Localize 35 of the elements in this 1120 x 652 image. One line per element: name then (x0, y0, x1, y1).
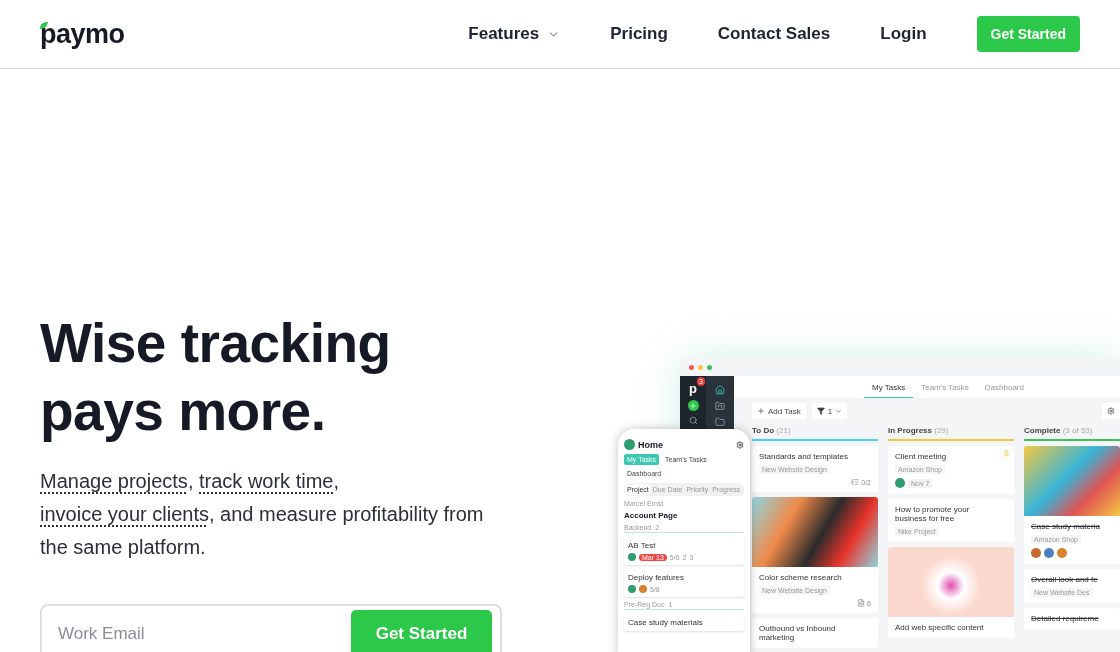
logo[interactable]: paymo (40, 18, 125, 50)
app-logo[interactable]: p (689, 382, 697, 395)
hero-title: Wise tracking pays more. (40, 311, 392, 444)
task-title: Standards and templates (759, 452, 849, 461)
task-card[interactable]: Add web specific content (888, 547, 1014, 638)
task-title: AB Test (628, 541, 657, 550)
nav-link[interactable]: Contact Sales (717, 24, 831, 44)
feature-link[interactable]: track work time (199, 470, 334, 492)
task-card[interactable]: Case study materials (624, 614, 744, 631)
column-header: To Do (21) (752, 424, 878, 441)
task-title: Deploy features (628, 573, 686, 582)
nav-link[interactable]: Login (880, 24, 927, 44)
task-card[interactable]: Detailed requireme (1024, 608, 1120, 629)
add-task-button[interactable]: Add Task (752, 403, 806, 419)
column-header: In Progress (29) (888, 424, 1014, 441)
nav-link[interactable]: Features (468, 24, 561, 44)
task-card[interactable]: Outbound vs Inbound marketing (752, 618, 878, 648)
feature-link[interactable]: Manage projects (40, 470, 188, 492)
phone-title: Home (638, 439, 663, 450)
task-title: How to promote your business for free (895, 505, 971, 523)
task-title: Overall look and fe (1031, 575, 1099, 584)
tab[interactable]: My Tasks (864, 376, 914, 398)
column-header: Complete (3 of 53) (1024, 424, 1120, 441)
task-title: Color scheme research (759, 573, 843, 582)
task-title: Case study materials (628, 618, 704, 627)
task-title: Detailed requireme (1031, 614, 1100, 623)
task-title: Case study materia (1031, 522, 1101, 531)
task-title: Outbound vs Inbound marketing (759, 624, 837, 642)
hero-description: Manage projects, track work time, invoice your clients, and measure profitability from the same platform. (40, 469, 485, 560)
nav-link[interactable]: Pricing (610, 24, 668, 44)
project-name: Account Page (624, 511, 679, 520)
task-title: Client meeting (895, 452, 948, 461)
filter-button[interactable]: 1 (811, 403, 848, 419)
feature-link[interactable]: invoice your clients (40, 503, 209, 525)
task-title: Add web specific content (895, 623, 985, 632)
